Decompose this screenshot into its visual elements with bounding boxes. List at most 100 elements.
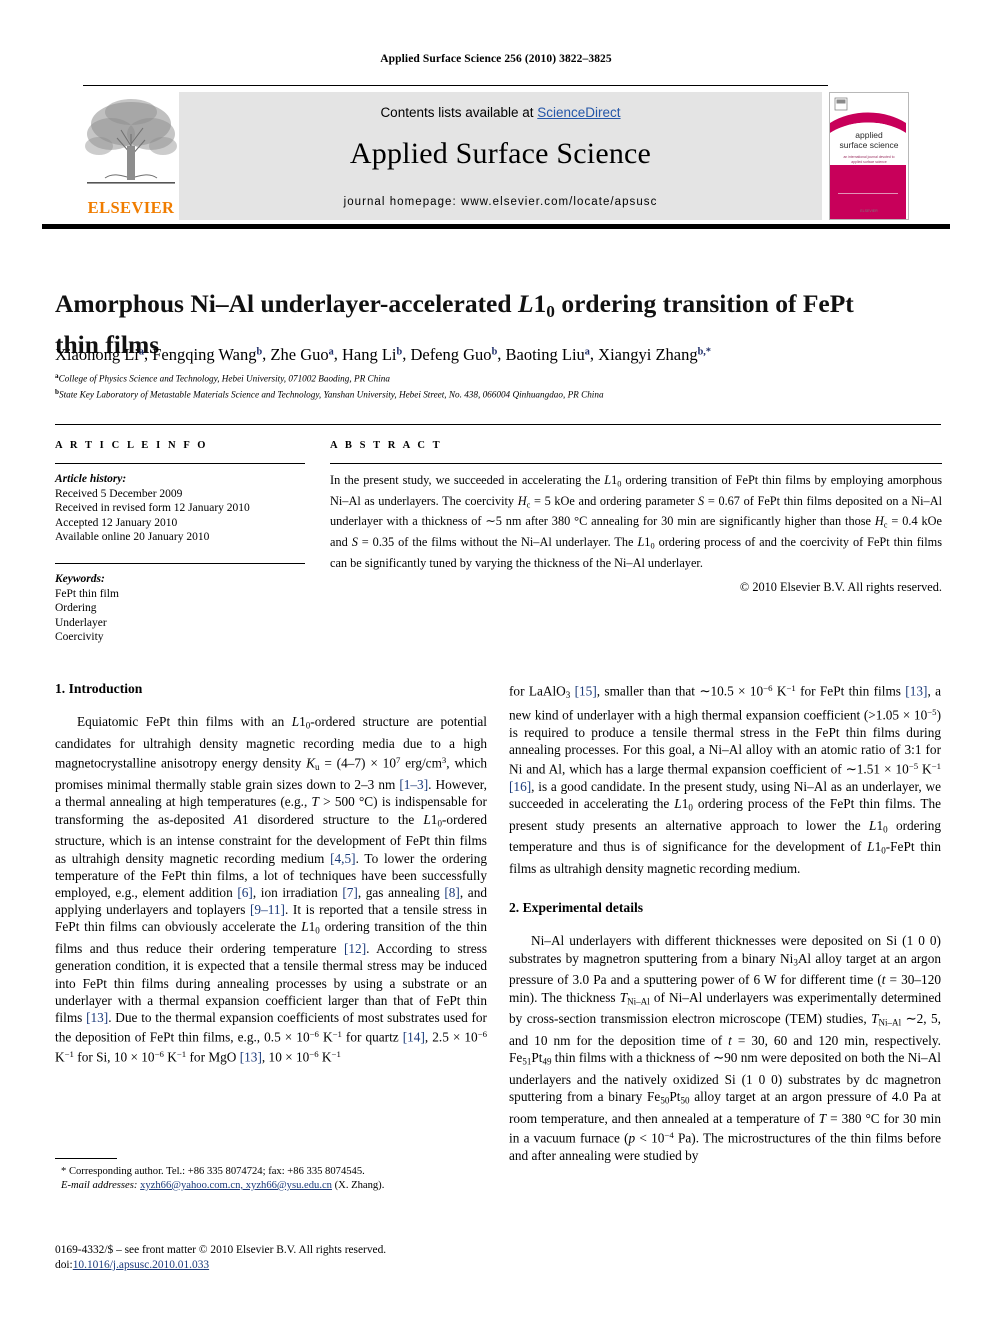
section-heading-introduction: 1. Introduction [55,681,143,696]
citation-link[interactable]: [16] [509,779,531,794]
contents-prefix: Contents lists available at [380,105,538,120]
affiliation-item: bState Key Laboratory of Metastable Mate… [55,386,945,402]
cover-publisher: ELSEVIER [860,209,878,213]
citation-link[interactable]: [1–3] [399,777,428,792]
citation-link[interactable]: [7] [342,885,358,900]
keywords-heading: Keywords: [55,572,105,585]
cover-title-line2: surface science [839,140,899,150]
footnote-rule [55,1158,117,1159]
journal-header: ELSEVIER Contents lists available at Sci… [83,92,909,220]
cover-subtitle: an international journal devoted to appl… [843,155,895,164]
article-info-rule [55,463,305,464]
title-italic-L: L [517,289,534,319]
history-item: Received in revised form 12 January 2010 [55,502,250,515]
article-info-label: A R T I C L E I N F O [55,440,209,451]
header-rule-bottom [42,224,950,229]
history-item: Received 5 December 2009 [55,487,183,500]
sciencedirect-link[interactable]: ScienceDirect [537,105,620,120]
email-note: E-mail addresses: xyzh66@yahoo.com.cn, x… [55,1179,487,1193]
journal-homepage[interactable]: journal homepage: www.elsevier.com/locat… [179,196,822,208]
email-link[interactable]: xyzh66@yahoo.com.cn, xyzh66@ysu.edu.cn [140,1180,332,1191]
elsevier-logo: ELSEVIER [83,92,179,220]
header-rule-top [83,85,828,86]
email-person: (X. Zhang). [334,1179,385,1191]
cover-title-line1: applied [855,130,883,140]
author-name: Xiaohong Li [55,344,139,364]
author: Zhe Guoa [270,345,333,364]
author-affiliation-mark: a [584,346,590,357]
citation-link[interactable]: [12] [344,941,366,956]
email-label: E-mail addresses: [61,1179,138,1191]
affiliation-text: College of Physics Science and Technolog… [58,373,390,384]
keyword-item: Ordering [55,602,97,615]
paragraph: for LaAlO3 [15], smaller than that ∼10.5… [509,683,942,877]
affiliation-text: State Key Laboratory of Metastable Mater… [58,389,604,400]
title-one: 1 [533,289,547,319]
citation-link[interactable]: [13] [240,1049,262,1064]
author-list: Xiaohong Lia, Fengqing Wangb, Zhe Guoa, … [55,344,711,364]
abstract-copyright: © 2010 Elsevier B.V. All rights reserved… [739,580,942,595]
corresponding-author-note: * Corresponding author. Tel.: +86 335 80… [61,1166,365,1177]
issn-block: 0169-4332/$ – see front matter © 2010 El… [55,1243,525,1273]
article-history: Article history: Received 5 December 200… [55,472,305,545]
author: Fengqing Wangb [152,345,262,364]
body-column-left: 1. Introduction Equiatomic FePt thin fil… [55,680,487,1065]
keyword-item: Coercivity [55,631,104,644]
elsevier-wordmark: ELSEVIER [87,198,175,217]
author-affiliation-mark: b [256,346,263,357]
author-affiliation-mark: b,* [697,346,711,357]
citation-link[interactable]: [13] [86,1010,108,1025]
body-column-right: for LaAlO3 [15], smaller than that ∼10.5… [509,680,941,1164]
journal-title: Applied Surface Science [349,137,652,170]
title-subscript: 0 [546,301,555,321]
author: Xiaohong Lia [55,345,144,364]
abstract-text: In the present study, we succeeded in ac… [330,473,942,570]
author-name: Xiangyi Zhang [598,344,698,364]
author-name: Zhe Guo [270,344,329,364]
running-head: Applied Surface Science 256 (2010) 3822–… [380,53,612,65]
author: Baoting Liua [506,345,590,364]
citation-link[interactable]: [8] [444,885,460,900]
keywords-rule [55,562,305,564]
abstract-label: A B S T R A C T [330,440,443,451]
paragraph: Ni–Al underlayers with different thickne… [509,933,942,1163]
history-item: Available online 20 January 2010 [55,531,210,544]
elsevier-tree-icon [85,99,177,184]
journal-cover-thumbnail[interactable]: applied surface science an international… [829,92,909,220]
citation-link[interactable]: [6] [237,885,253,900]
author: Hang Lib [342,345,402,364]
journal-header-center: Contents lists available at ScienceDirec… [179,92,822,220]
author-name: Fengqing Wang [152,344,257,364]
footnote-block: * Corresponding author. Tel.: +86 335 80… [55,1158,487,1193]
author-affiliation-mark: a [328,346,334,357]
author-affiliation-mark: b [396,346,403,357]
abstract-band-rule [55,424,941,425]
title-part-1: Amorphous Ni–Al underlayer-accelerated [55,289,518,319]
article-history-heading: Article history: [55,473,127,485]
citation-link[interactable]: [14] [403,1030,425,1045]
citation-link[interactable]: [9–11] [250,902,285,917]
affiliation-list: aCollege of Physics Science and Technolo… [55,370,945,401]
author-name: Defeng Guo [410,344,492,364]
keywords-block: Keywords: FePt thin film Ordering Underl… [55,572,305,645]
author-affiliation-mark: a [138,346,144,357]
affiliation-item: aCollege of Physics Science and Technolo… [55,370,945,386]
paper-page: Applied Surface Science 256 (2010) 3822–… [0,0,992,1323]
keyword-item: Underlayer [55,616,107,629]
citation-link[interactable]: [15] [575,683,597,698]
author-name: Hang Li [341,344,397,364]
contents-available-line: Contents lists available at ScienceDirec… [179,105,822,120]
paragraph: Equiatomic FePt thin films with an L10-o… [55,714,488,1065]
article-info-column: A R T I C L E I N F O Article history: R… [55,440,305,645]
author-name: Baoting Liu [505,344,585,364]
citation-link[interactable]: [4,5] [330,851,355,866]
author-affiliation-mark: b [491,346,498,357]
abstract-column: A B S T R A C T In the present study, we… [330,440,942,595]
author: Defeng Guob [410,345,497,364]
author: Xiangyi Zhangb,* [598,345,711,364]
cover-title: applied surface science [830,130,908,150]
doi-link[interactable]: 10.1016/j.apsusc.2010.01.033 [73,1259,209,1271]
citation-link[interactable]: [13] [905,683,927,698]
doi-line: doi:10.1016/j.apsusc.2010.01.033 [55,1258,525,1273]
